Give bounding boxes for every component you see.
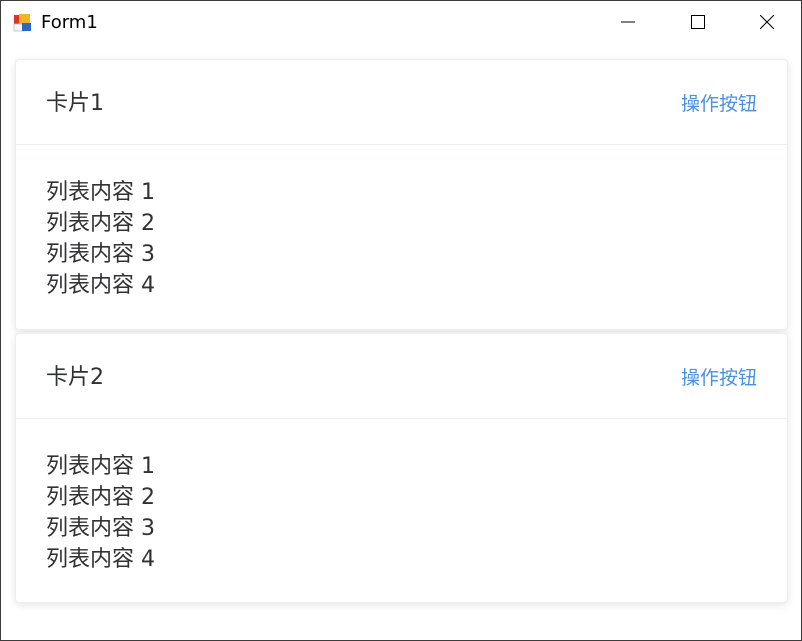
window-title: Form1 <box>41 12 98 33</box>
list-item: 列表内容 3 <box>46 242 155 267</box>
list-item: 列表内容 4 <box>46 273 155 298</box>
list-item: 列表内容 3 <box>46 516 155 541</box>
list-item: 列表内容 1 <box>46 180 155 205</box>
card-action-button[interactable]: 操作按钮 <box>681 91 757 117</box>
card-title: 卡片2 <box>46 365 104 390</box>
card-action-button[interactable]: 操作按钮 <box>681 365 757 391</box>
app-icon <box>13 13 33 33</box>
close-icon <box>759 14 775 33</box>
maximize-button[interactable] <box>663 1 733 45</box>
form-client-area: 卡片1 操作按钮 列表内容 1 列表内容 2 列表内容 3 列表内容 4 卡片2… <box>1 45 801 640</box>
minimize-button[interactable] <box>593 1 663 45</box>
app-window: Form1 卡片1 操作按钮 列表内容 1 列表内容 2 列表内容 3 列表内容… <box>0 0 802 641</box>
card-body: 列表内容 1 列表内容 2 列表内容 3 列表内容 4 <box>46 177 155 301</box>
card: 卡片2 操作按钮 列表内容 1 列表内容 2 列表内容 3 列表内容 4 <box>15 333 788 603</box>
minimize-icon <box>621 14 635 33</box>
card-header: 卡片2 操作按钮 <box>16 334 787 419</box>
list-item: 列表内容 4 <box>46 547 155 572</box>
card-body: 列表内容 1 列表内容 2 列表内容 3 列表内容 4 <box>46 451 155 575</box>
card-title: 卡片1 <box>46 91 104 116</box>
maximize-icon <box>691 14 705 33</box>
list-item: 列表内容 2 <box>46 211 155 236</box>
title-bar[interactable]: Form1 <box>1 1 801 45</box>
list-item: 列表内容 1 <box>46 454 155 479</box>
card: 卡片1 操作按钮 列表内容 1 列表内容 2 列表内容 3 列表内容 4 <box>15 59 788 330</box>
list-item: 列表内容 2 <box>46 485 155 510</box>
close-button[interactable] <box>732 1 801 45</box>
card-header: 卡片1 操作按钮 <box>16 60 787 145</box>
